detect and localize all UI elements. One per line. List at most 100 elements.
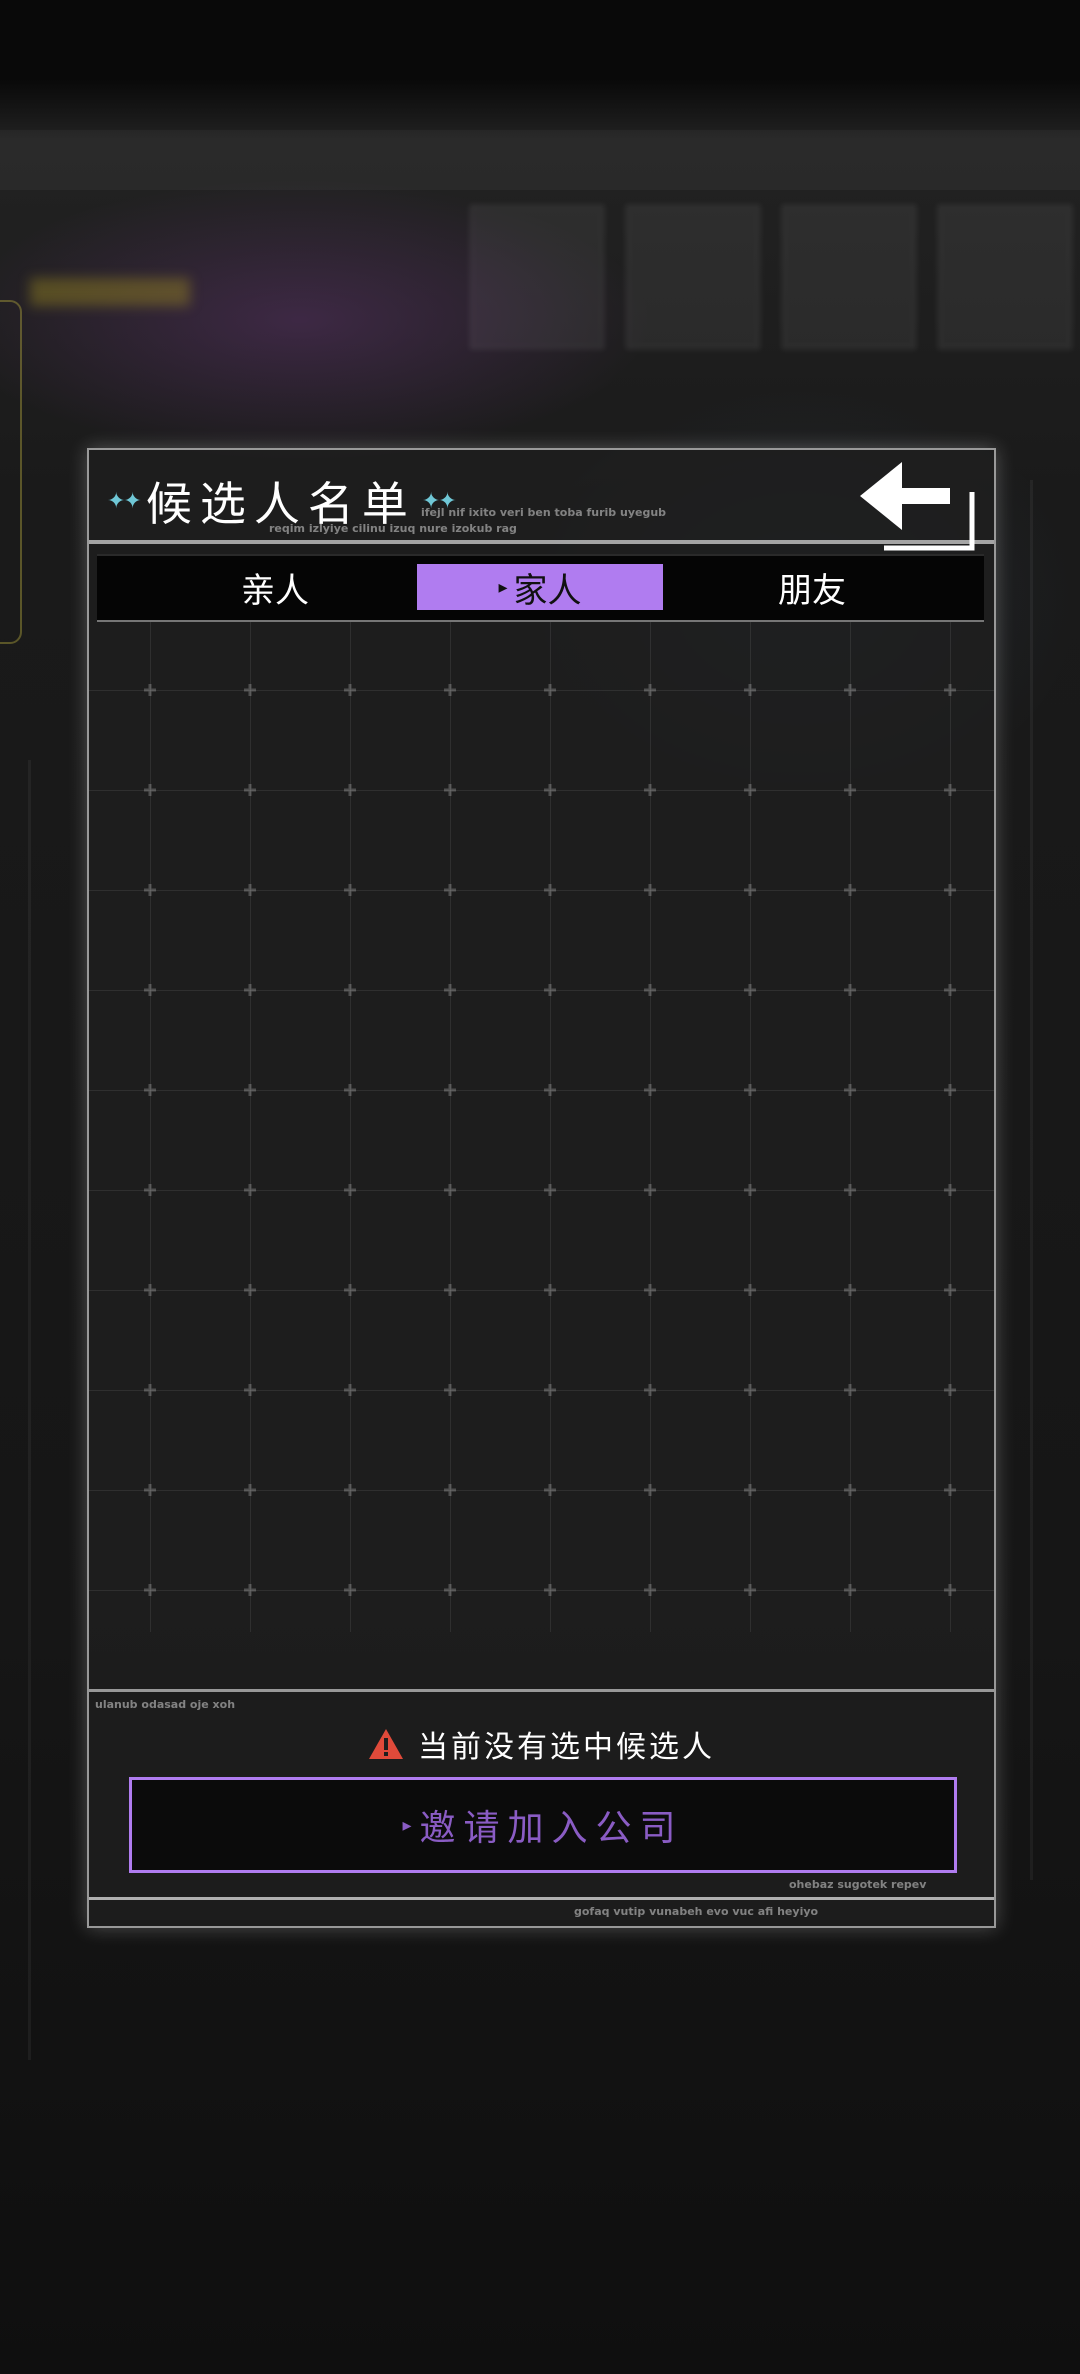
grid-crosshair: [944, 1284, 956, 1296]
grid-crosshair: [344, 684, 356, 696]
grid-crosshair: [644, 1384, 656, 1396]
grid-crosshair: [844, 1084, 856, 1096]
grid-crosshairs: [144, 684, 956, 1596]
grid-crosshair: [244, 1584, 256, 1596]
grid-crosshair: [944, 1484, 956, 1496]
grid-crosshair: [344, 784, 356, 796]
grid-crosshair: [244, 1384, 256, 1396]
grid-crosshair: [544, 1284, 556, 1296]
grid-crosshair: [944, 1384, 956, 1396]
grid-crosshair: [144, 884, 156, 896]
grid-crosshair: [644, 784, 656, 796]
grid-crosshair: [344, 884, 356, 896]
invite-to-company-button[interactable]: ▸ 邀请加入公司: [129, 1777, 957, 1873]
star-decoration-left-icon: ✦✦: [107, 488, 142, 514]
selection-status: 当前没有选中候选人: [89, 1722, 994, 1766]
decorative-caption: reqim izlyiye cilinu izuq nure izokub ra…: [269, 522, 517, 535]
background-line: [28, 760, 31, 2060]
tab-label: 家人: [513, 570, 582, 611]
background-card: [938, 205, 1072, 349]
grid-crosshair: [244, 884, 256, 896]
grid-crosshair: [544, 984, 556, 996]
grid-crosshair: [644, 984, 656, 996]
grid-crosshair: [244, 984, 256, 996]
grid-crosshair: [444, 1384, 456, 1396]
grid-crosshair: [144, 1084, 156, 1096]
invite-button-label: 邀请加入公司: [419, 1808, 684, 1849]
grid-crosshair: [744, 1484, 756, 1496]
grid-crosshair: [444, 1084, 456, 1096]
grid-crosshair: [744, 1084, 756, 1096]
bottom-divider: [89, 1897, 994, 1900]
grid-crosshair: [344, 1484, 356, 1496]
grid-crosshair: [844, 884, 856, 896]
grid-crosshair: [344, 1384, 356, 1396]
grid-crosshair: [644, 684, 656, 696]
grid-crosshair: [344, 1184, 356, 1196]
grid-crosshair: [144, 1384, 156, 1396]
candidate-list-area[interactable]: [89, 622, 994, 1632]
grid-crosshair: [744, 684, 756, 696]
candidate-list-panel: ✦✦ 候选人名单 ✦✦ ifejl nif ixito veri ben tob…: [87, 448, 996, 1928]
grid-crosshair: [844, 784, 856, 796]
grid-crosshair: [144, 1584, 156, 1596]
grid-crosshair: [744, 1184, 756, 1196]
grid-crosshair: [244, 1084, 256, 1096]
grid-crosshair: [544, 1084, 556, 1096]
tab-label: 亲人: [241, 570, 309, 611]
warning-icon: [369, 1729, 403, 1759]
grid-crosshair: [744, 1384, 756, 1396]
grid-crosshair: [444, 1284, 456, 1296]
grid-crosshair: [644, 1584, 656, 1596]
grid-crosshair: [644, 1484, 656, 1496]
grid-crosshair: [344, 1084, 356, 1096]
grid-crosshair: [444, 884, 456, 896]
grid-crosshair: [444, 984, 456, 996]
grid-crosshair: [944, 884, 956, 896]
grid-crosshair: [144, 984, 156, 996]
tab-friends[interactable]: 朋友: [697, 564, 927, 611]
grid-crosshair: [944, 784, 956, 796]
decorative-caption: ifejl nif ixito veri ben toba furib uyeg…: [421, 506, 667, 519]
grid-crosshair: [544, 884, 556, 896]
grid-crosshair: [944, 984, 956, 996]
grid-crosshair: [844, 1384, 856, 1396]
grid-crosshair: [644, 1284, 656, 1296]
grid-crosshair: [344, 1284, 356, 1296]
tab-relatives[interactable]: 亲人: [175, 564, 375, 611]
grid-crosshair: [844, 1484, 856, 1496]
grid-crosshair: [544, 1484, 556, 1496]
decorative-caption: gofaq vutip vunabeh evo vuc afi heyiyo: [574, 1905, 819, 1918]
background-card: [626, 205, 760, 349]
background-line: [1030, 480, 1033, 1880]
grid-crosshair: [944, 684, 956, 696]
grid-crosshair: [744, 1584, 756, 1596]
background-cards: [470, 205, 1072, 349]
grid-crosshair: [444, 1484, 456, 1496]
grid-crosshair: [544, 684, 556, 696]
grid-crosshair: [144, 1184, 156, 1196]
tab-bar: 亲人 ▸ 家人 朋友: [97, 554, 984, 622]
status-text: 当前没有选中候选人: [418, 1730, 715, 1765]
grid-crosshair: [444, 684, 456, 696]
header-divider: [89, 540, 994, 544]
grid-crosshair: [344, 1584, 356, 1596]
panel-header: ✦✦ 候选人名单 ✦✦ ifejl nif ixito veri ben tob…: [89, 450, 994, 551]
background-side-frame: [0, 300, 22, 644]
tab-family[interactable]: ▸ 家人: [417, 564, 663, 611]
footer-divider: [89, 1689, 994, 1692]
background-highlight: [30, 278, 190, 306]
grid-crosshair: [844, 1584, 856, 1596]
grid-crosshair: [944, 1084, 956, 1096]
decorative-caption: ulanub odasad oje xoh: [95, 1698, 236, 1711]
tab-selected-marker-icon: ▸: [498, 576, 508, 598]
grid-crosshair: [744, 1284, 756, 1296]
background-card: [782, 205, 916, 349]
grid-crosshair: [644, 884, 656, 896]
grid-crosshair: [944, 1184, 956, 1196]
grid-crosshair: [244, 1484, 256, 1496]
grid-crosshair: [344, 984, 356, 996]
grid-crosshair: [444, 784, 456, 796]
invite-marker-icon: ▸: [402, 1814, 412, 1836]
grid-crosshair: [744, 784, 756, 796]
